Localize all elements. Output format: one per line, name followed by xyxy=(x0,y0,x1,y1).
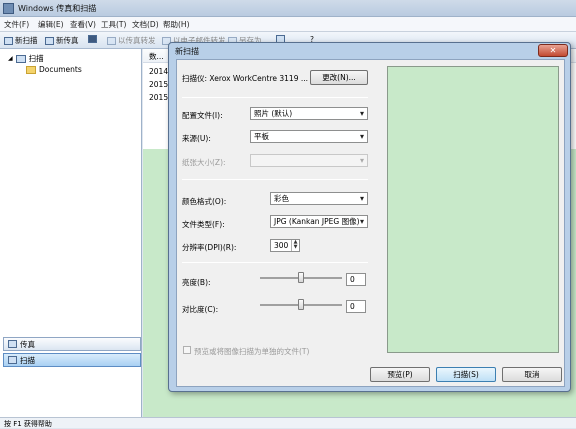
file-type-select[interactable]: JPG (Kankan JPEG 图像) xyxy=(270,215,368,228)
menu-document[interactable]: 文档(D) xyxy=(132,19,159,30)
folder-icon xyxy=(26,65,36,74)
tree-root-label: 扫描 xyxy=(28,54,44,63)
scan-button[interactable]: 扫描(S) xyxy=(436,367,496,382)
source-label: 来源(U): xyxy=(182,134,211,143)
dialog-body: 扫描仪: Xerox WorkCentre 3119 ... 更改(N)... … xyxy=(176,59,565,387)
preview-button[interactable]: 预览(P) xyxy=(370,367,430,382)
menu-help[interactable]: 帮助(H) xyxy=(163,19,190,30)
nav-fax-label: 传真 xyxy=(20,339,35,349)
new-scan-button[interactable]: 新扫描 xyxy=(4,35,38,46)
tree-child-label: Documents xyxy=(39,65,82,74)
nav-scan-button[interactable]: 扫描 xyxy=(3,353,141,367)
window-title: Windows 传真和扫描 xyxy=(18,4,97,13)
source-select[interactable]: 平板 xyxy=(250,130,368,143)
view-button[interactable] xyxy=(88,35,97,43)
monitor-icon xyxy=(88,35,97,43)
column-date-header[interactable]: 数... xyxy=(149,51,164,62)
menu-edit[interactable]: 编辑(E) xyxy=(38,19,64,30)
divider xyxy=(182,262,368,263)
brightness-label: 亮度(B): xyxy=(182,278,211,287)
profile-select[interactable]: 照片 (默认) xyxy=(250,107,368,120)
app-icon xyxy=(3,3,14,14)
separate-files-checkbox[interactable] xyxy=(183,346,191,354)
separate-files-label: 预览或将图像扫描为单独的文件(T) xyxy=(194,347,310,356)
status-bar: 按 F1 获得帮助 xyxy=(0,417,576,428)
fax-icon xyxy=(8,340,17,348)
color-format-label: 颜色格式(O): xyxy=(182,197,227,206)
paper-size-select[interactable] xyxy=(250,154,368,167)
scanner-label: 扫描仪: Xerox WorkCentre 3119 ... xyxy=(182,74,309,83)
tree-item-documents[interactable]: Documents xyxy=(26,65,82,74)
divider xyxy=(182,179,368,180)
fax-forward-label: 以传真转发 xyxy=(118,36,156,45)
close-icon[interactable]: ✕ xyxy=(538,44,568,57)
contrast-value[interactable]: 0 xyxy=(346,300,366,313)
menu-tools[interactable]: 工具(T) xyxy=(101,19,126,30)
nav-fax-button[interactable]: 传真 xyxy=(3,337,141,351)
scan-preview-area xyxy=(387,66,559,353)
resolution-label: 分辨率(DPI)(R): xyxy=(182,243,237,252)
change-scanner-button[interactable]: 更改(N)... xyxy=(310,70,368,85)
file-type-label: 文件类型(F): xyxy=(182,220,225,229)
brightness-value[interactable]: 0 xyxy=(346,273,366,286)
scanner-icon xyxy=(8,356,17,364)
contrast-slider-thumb[interactable] xyxy=(298,299,304,310)
nav-scan-label: 扫描 xyxy=(20,355,35,365)
title-bar: Windows 传真和扫描 xyxy=(0,0,576,17)
color-format-select[interactable]: 彩色 xyxy=(270,192,368,205)
paper-size-label: 纸张大小(Z): xyxy=(182,158,226,167)
new-scan-label: 新扫描 xyxy=(15,36,38,45)
new-scan-dialog: 新扫描 ✕ 扫描仪: Xerox WorkCentre 3119 ... 更改(… xyxy=(168,42,571,392)
dialog-title: 新扫描 xyxy=(175,47,199,56)
menu-view[interactable]: 查看(V) xyxy=(70,19,96,30)
menu-bar: 文件(F) 编辑(E) 查看(V) 工具(T) 文档(D) 帮助(H) xyxy=(0,17,576,32)
forward-icon xyxy=(107,36,116,45)
scanner-icon xyxy=(15,54,26,63)
fax-forward-button[interactable]: 以传真转发 xyxy=(107,35,156,46)
tree-item-scan[interactable]: ◢ 扫描 xyxy=(8,53,44,64)
new-fax-button[interactable]: 新传真 xyxy=(45,35,79,46)
scanner-icon xyxy=(4,36,13,45)
fax-icon xyxy=(45,36,54,45)
spin-arrows-icon[interactable]: ▲ ▼ xyxy=(291,240,299,251)
cancel-button[interactable]: 取消 xyxy=(502,367,562,382)
divider xyxy=(182,97,368,98)
profile-label: 配置文件(I): xyxy=(182,111,223,120)
contrast-label: 对比度(C): xyxy=(182,305,219,314)
resolution-value: 300 xyxy=(274,241,289,250)
resolution-spinner[interactable]: 300 ▲ ▼ xyxy=(270,239,300,252)
brightness-slider-thumb[interactable] xyxy=(298,272,304,283)
menu-file[interactable]: 文件(F) xyxy=(4,19,29,30)
new-fax-label: 新传真 xyxy=(56,36,79,45)
expand-arrow-icon[interactable]: ◢ xyxy=(8,55,13,62)
